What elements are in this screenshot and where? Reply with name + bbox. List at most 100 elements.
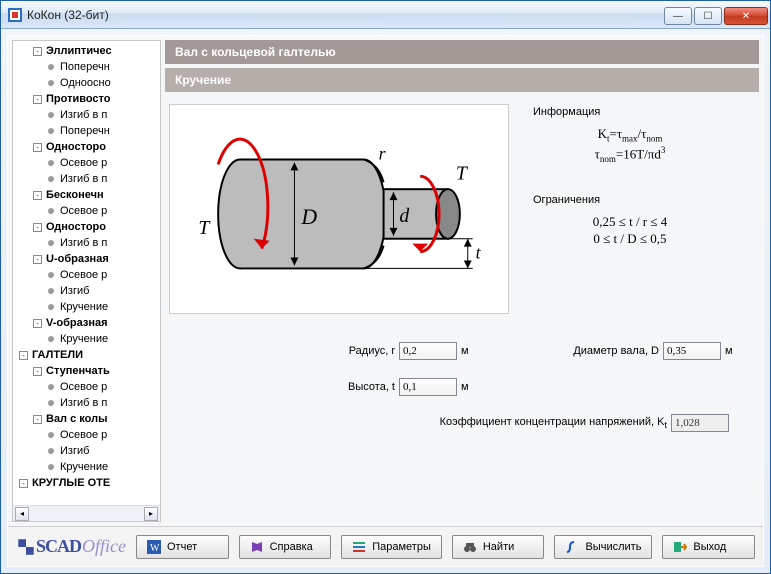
tree-toggle-icon[interactable]: - (33, 47, 42, 56)
tree-item-label: Эллиптичес (46, 43, 112, 59)
titlebar[interactable]: КоКон (32-бит) — ☐ ✕ (1, 1, 770, 29)
tree-body[interactable]: -ЭллиптичесПоперечнОдноосно-ПротивостоИз… (13, 41, 160, 505)
tree-toggle-icon[interactable]: - (19, 351, 28, 360)
tree-item[interactable]: Поперечн (13, 123, 160, 139)
tree-item-label: Вал с колы (46, 411, 107, 427)
tree-item[interactable]: Изгиб в п (13, 171, 160, 187)
tree-leaf-icon (48, 288, 54, 294)
tree-item[interactable]: Кручение (13, 299, 160, 315)
tree-item[interactable]: -Противосто (13, 91, 160, 107)
exit-button[interactable]: Выход (662, 535, 755, 559)
tree-item[interactable]: -Бесконечн (13, 187, 160, 203)
tree-item[interactable]: -U-образная (13, 251, 160, 267)
tree-leaf-icon (48, 128, 54, 134)
content-panel: Вал с кольцевой галтелью Кручение (165, 40, 759, 522)
tree-leaf-icon (48, 208, 54, 214)
tree-toggle-icon[interactable]: - (33, 191, 42, 200)
tree-item[interactable]: Осевое р (13, 155, 160, 171)
tree-leaf-icon (48, 400, 54, 406)
radius-input[interactable] (399, 342, 457, 360)
tree-toggle-icon[interactable]: - (19, 479, 28, 488)
tree-toggle-icon[interactable]: - (33, 143, 42, 152)
tree-leaf-icon (48, 304, 54, 310)
calculate-button[interactable]: Вычислить (554, 535, 652, 559)
tree-item[interactable]: -КРУГЛЫЕ ОТЕ (13, 475, 160, 491)
tree-item[interactable]: Изгиб (13, 283, 160, 299)
tree-item[interactable]: Осевое р (13, 203, 160, 219)
tree-leaf-icon (48, 384, 54, 390)
tree-item[interactable]: Осевое р (13, 427, 160, 443)
tree-item-label: Изгиб в п (60, 395, 107, 411)
diagram: T T D d r t (169, 104, 509, 314)
tree-item-label: Поперечн (60, 59, 110, 75)
constraint-2: 0 ≤ t / D ≤ 0,5 (521, 231, 739, 247)
tree-leaf-icon (48, 64, 54, 70)
tree-toggle-icon[interactable]: - (33, 255, 42, 264)
book-icon (250, 540, 264, 554)
tree-item-label: Односторо (46, 139, 106, 155)
word-icon: W (147, 540, 161, 554)
tree-item-label: Ступенчать (46, 363, 110, 379)
inputs-area: Радиус, r м Диаметр вала, D м (165, 342, 759, 450)
tree-item-label: Кручение (60, 459, 108, 475)
client-area: -ЭллиптичесПоперечнОдноосно-ПротивостоИз… (7, 35, 764, 567)
tree-item[interactable]: Поперечн (13, 59, 160, 75)
tree-leaf-icon (48, 448, 54, 454)
tree-item[interactable]: Изгиб в п (13, 107, 160, 123)
close-button[interactable]: ✕ (724, 7, 768, 25)
tree-item-label: Изгиб в п (60, 171, 107, 187)
diagram-label-T2: T (456, 162, 469, 184)
tree-scrollbar-h[interactable]: ◂ ▸ (13, 505, 160, 521)
tree-item[interactable]: Изгиб в п (13, 235, 160, 251)
tree-item[interactable]: Изгиб (13, 443, 160, 459)
tree-item[interactable]: Одноосно (13, 75, 160, 91)
scroll-right-button[interactable]: ▸ (144, 507, 158, 521)
tree-item-label: Осевое р (60, 267, 107, 283)
tree-item[interactable]: -V-образная (13, 315, 160, 331)
tree-item[interactable]: Осевое р (13, 379, 160, 395)
tree-item[interactable]: Кручение (13, 331, 160, 347)
window-title: КоКон (32-бит) (27, 8, 664, 22)
app-icon (7, 7, 23, 23)
diameter-input[interactable] (663, 342, 721, 360)
tree-item[interactable]: -Ступенчать (13, 363, 160, 379)
formula-1: Kt=τmax/τnom (521, 126, 739, 144)
minimize-button[interactable]: — (664, 7, 692, 25)
diameter-label: Диаметр вала, D (559, 345, 659, 357)
window-controls: — ☐ ✕ (664, 4, 770, 25)
diagram-label-T1: T (198, 217, 211, 239)
sliders-icon (352, 540, 366, 554)
tree-item[interactable]: Кручение (13, 459, 160, 475)
tree-item[interactable]: -ГАЛТЕЛИ (13, 347, 160, 363)
tree-item[interactable]: -Односторо (13, 139, 160, 155)
tree-item-label: Поперечн (60, 123, 110, 139)
tree-item[interactable]: -Эллиптичес (13, 43, 160, 59)
tree-item[interactable]: -Вал с колы (13, 411, 160, 427)
tree-item-label: Осевое р (60, 427, 107, 443)
find-button[interactable]: Найти (452, 535, 545, 559)
parameters-button[interactable]: Параметры (341, 535, 442, 559)
tree-item[interactable]: -Односторо (13, 219, 160, 235)
maximize-button[interactable]: ☐ (694, 7, 722, 25)
height-label: Высота, t (295, 381, 395, 393)
tree-toggle-icon[interactable]: - (33, 319, 42, 328)
tree-item[interactable]: Изгиб в п (13, 395, 160, 411)
content-body: T T D d r t Информация Kt=τmax/τn (165, 92, 759, 522)
tree-leaf-icon (48, 176, 54, 182)
tree-item-label: Одноосно (60, 75, 111, 91)
diameter-unit: м (725, 345, 739, 357)
tree-toggle-icon[interactable]: - (33, 367, 42, 376)
tree-leaf-icon (48, 112, 54, 118)
diagram-label-D: D (300, 205, 317, 229)
tree-toggle-icon[interactable]: - (33, 415, 42, 424)
tree-toggle-icon[interactable]: - (33, 223, 42, 232)
help-button[interactable]: Справка (239, 535, 332, 559)
tree-leaf-icon (48, 336, 54, 342)
scroll-left-button[interactable]: ◂ (15, 507, 29, 521)
tree-item-label: Осевое р (60, 155, 107, 171)
tree-leaf-icon (48, 240, 54, 246)
tree-toggle-icon[interactable]: - (33, 95, 42, 104)
tree-item[interactable]: Осевое р (13, 267, 160, 283)
height-input[interactable] (399, 378, 457, 396)
report-button[interactable]: W Отчет (136, 535, 229, 559)
